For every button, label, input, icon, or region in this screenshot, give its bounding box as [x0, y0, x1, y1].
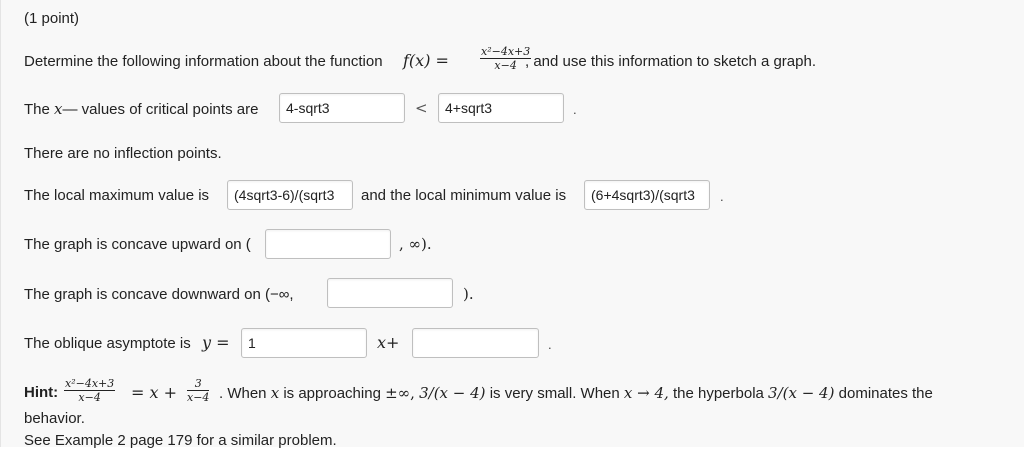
hint-fraction-2: 3 x−4	[187, 377, 210, 404]
function-numerator: x²−4x+3	[480, 45, 532, 59]
asymptote-intercept-input[interactable]	[412, 328, 539, 358]
hint-sentence: . When x is approaching ±∞, 3/(x − 4) is…	[219, 384, 933, 402]
concave-up-suffix: , ∞).	[399, 235, 432, 253]
problem-statement: Determine the following information abou…	[24, 53, 383, 70]
hint-behavior: behavior.	[24, 410, 85, 427]
local-min-input[interactable]	[584, 180, 710, 210]
problem-panel: (1 point) Determine the following inform…	[0, 0, 1024, 449]
concave-down-input[interactable]	[327, 278, 453, 308]
critical-point-1-input[interactable]	[279, 93, 405, 123]
inflection-statement: There are no inflection points.	[24, 145, 222, 162]
function-label: f(x) =	[403, 51, 449, 70]
asymptote-slope-input[interactable]	[241, 328, 367, 358]
critical-period: .	[573, 102, 577, 117]
critical-point-2-input[interactable]	[438, 93, 564, 123]
concave-up-label: The graph is concave upward on (	[24, 236, 251, 253]
function-fraction: x²−4x+3 x−4	[480, 45, 532, 72]
critical-label: The x— values of critical points are	[24, 100, 259, 118]
point-label: (1 point)	[24, 10, 80, 27]
asymptote-y-equals: y =	[202, 333, 230, 352]
hint-equals: = x +	[131, 383, 178, 402]
hint-reference: See Example 2 page 179 for a similar pro…	[24, 432, 337, 449]
intro-text: Determine the following information abou…	[24, 53, 383, 70]
asymptote-x-plus: x+	[377, 333, 400, 352]
hint-fraction-1: x²−4x+3 x−4	[64, 377, 116, 404]
local-max-label: The local maximum value is	[24, 187, 210, 204]
less-than-symbol: <	[415, 99, 428, 117]
concave-down-suffix: ).	[463, 285, 474, 303]
hint-label: Hint:	[24, 384, 59, 401]
intro-suffix: , and use this information to sketch a g…	[525, 53, 816, 70]
local-min-label: and the local minimum value is	[361, 187, 567, 204]
asymptote-label: The oblique asymptote is	[24, 335, 191, 352]
asymptote-period: .	[548, 337, 552, 352]
concave-down-label: The graph is concave downward on (−∞,	[24, 286, 294, 303]
concave-up-input[interactable]	[265, 229, 391, 259]
local-max-input[interactable]	[227, 180, 353, 210]
extrema-period: .	[720, 189, 724, 204]
function-denominator: x−4	[494, 59, 517, 72]
